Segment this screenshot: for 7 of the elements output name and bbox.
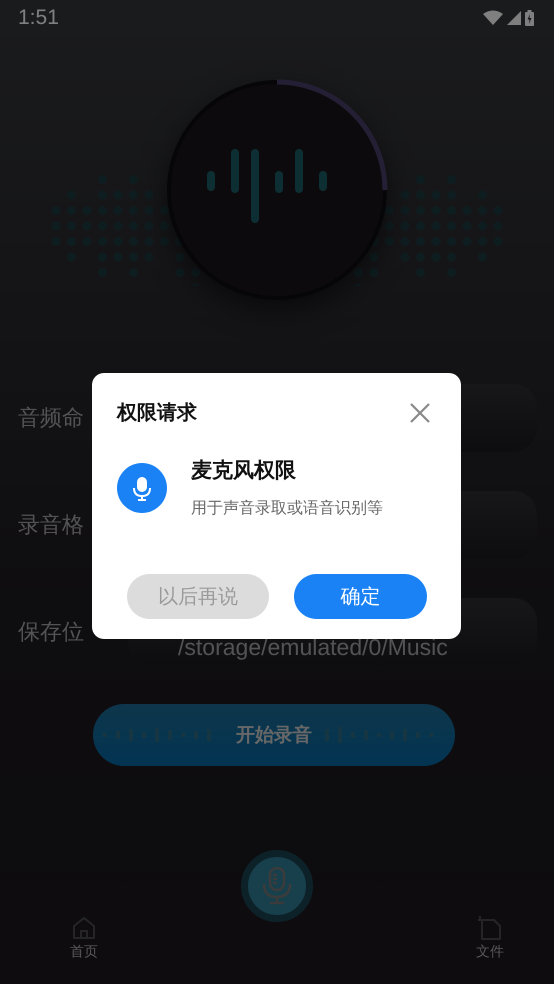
field-label: 保存位 (18, 620, 84, 645)
field-label: 音频命 (18, 406, 84, 431)
dialog-title: 权限请求 (117, 399, 197, 426)
permission-title: 麦克风权限 (191, 457, 297, 484)
field-label: 录音格 (18, 513, 84, 538)
status-time: 1:51 (18, 6, 59, 30)
permission-description: 用于声音录取或语音识别等 (191, 498, 383, 519)
